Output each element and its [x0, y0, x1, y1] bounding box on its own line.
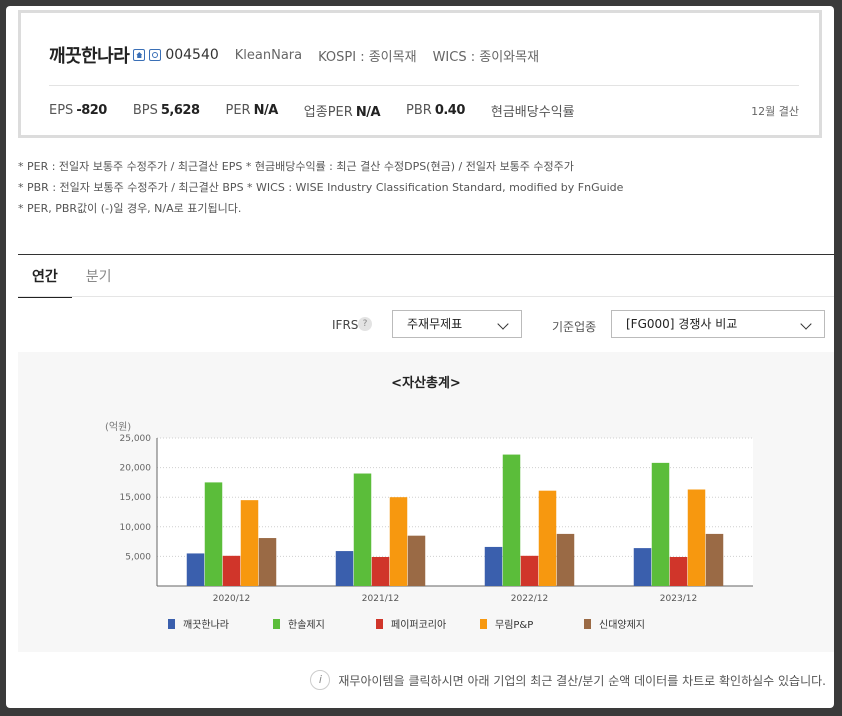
chevron-down-icon [800, 318, 812, 330]
home-icon[interactable] [133, 49, 146, 61]
metric-label: PER [225, 103, 251, 118]
legend-swatch [376, 619, 383, 629]
tab-top-border [18, 254, 834, 255]
notes: * PER : 전일자 보통주 수정주가 / 최근결산 EPS * 현금배당수익… [18, 156, 623, 219]
bar [371, 556, 390, 586]
y-tick-label: 15,000 [120, 493, 152, 503]
note-line: * PBR : 전일자 보통주 수정주가 / 최근결산 BPS * WICS :… [18, 181, 624, 194]
settlement-month: 12월 결산 [751, 105, 799, 118]
report-icon[interactable] [149, 49, 162, 61]
market-classification: KOSPI : 종이목재 [318, 49, 417, 65]
company-name: 깨끗한나라 [49, 46, 130, 67]
x-tick-label: 2022/12 [511, 594, 548, 604]
note-line: * PER : 전일자 보통주 수정주가 / 최근결산 EPS * 현금배당수익… [18, 160, 574, 173]
industry-select-value: [FG000] 경쟁사 비교 [626, 317, 738, 331]
y-tick-label: 20,000 [120, 464, 152, 474]
help-icon[interactable]: ? [358, 317, 372, 331]
bar [538, 490, 557, 586]
bar [258, 538, 277, 586]
bar [502, 454, 521, 586]
legend-swatch [584, 619, 591, 629]
legend-label: 페이퍼코리아 [391, 619, 446, 631]
company-summary-box: 깨끗한나라 004540 KleanNara KOSPI : 종이목재 WICS… [18, 10, 822, 138]
legend-label: 깨끗한나라 [183, 619, 229, 631]
bar [687, 489, 706, 586]
info-icon: i [310, 670, 331, 690]
page-frame: 깨끗한나라 004540 KleanNara KOSPI : 종이목재 WICS… [6, 6, 834, 708]
legend-swatch [168, 619, 175, 629]
metric-industry-per: 업종PER N/A [303, 101, 381, 120]
metric-label: 현금배당수익률 [490, 105, 575, 120]
x-tick-label: 2021/12 [362, 594, 399, 604]
bar [556, 533, 575, 586]
metric-eps: EPS -820 [49, 103, 107, 118]
bar [407, 535, 426, 586]
x-tick-label: 2023/12 [660, 594, 697, 604]
industry-select[interactable]: [FG000] 경쟁사 비교 [611, 310, 825, 338]
footnote: i 재무아이템을 클릭하시면 아래 기업의 최근 결산/분기 순액 데이터를 차… [310, 670, 826, 690]
tab-annual[interactable]: 연간 [18, 256, 72, 298]
legend-swatch [480, 619, 487, 629]
statement-select[interactable]: 주재무제표 [392, 310, 522, 338]
metric-dividend-yield: 현금배당수익률 [491, 101, 578, 120]
period-tabs: 연간 분기 [18, 256, 126, 298]
english-name: KleanNara [234, 47, 303, 63]
bar [669, 556, 688, 586]
statement-select-value: 주재무제표 [407, 317, 463, 331]
industry-label: 기준업종 [552, 320, 597, 334]
metric-label: BPS [132, 103, 158, 118]
total-assets-bar-chart: 5,000 10,000 15,000 20,000 25,000(억원) 2020/12… [105, 421, 753, 631]
metric-label: 업종PER [303, 105, 353, 120]
stock-code: 004540 [165, 47, 219, 63]
legend-label: 신대양제지 [599, 619, 645, 631]
tab-bottom-border [18, 296, 834, 297]
legend-label: 무림P&P [495, 619, 533, 631]
x-tick-label: 2020/12 [213, 594, 250, 604]
bar [222, 555, 241, 586]
footnote-text: 재무아이템을 클릭하시면 아래 기업의 최근 결산/분기 순액 데이터를 차트로… [338, 673, 826, 688]
wics-classification: WICS : 종이와목재 [432, 49, 540, 65]
bar [651, 462, 670, 586]
metric-value: -820 [76, 103, 107, 118]
bar [240, 500, 259, 586]
metric-value: 5,628 [160, 103, 200, 118]
metric-bps: BPS 5,628 [133, 103, 200, 118]
y-tick-label: 25,000 [120, 434, 152, 444]
note-line: * PER, PBR값이 (-)일 경우, N/A로 표기됩니다. [18, 202, 242, 215]
company-title-row: 깨끗한나라 004540 KleanNara KOSPI : 종이목재 WICS… [49, 43, 539, 67]
legend-swatch [273, 619, 280, 629]
ifrs-label: IFRS [332, 318, 359, 332]
chart-panel: <자산총계> 5,000 10,000 15,000 20,000 25,000 (억원)… [18, 352, 834, 652]
metric-value: N/A [253, 103, 279, 118]
bar [705, 533, 724, 586]
metric-value: 0.40 [434, 103, 466, 118]
bar [484, 546, 503, 586]
chart-controls: IFRS ? 주재무제표 기준업종 [FG000] 경쟁사 비교 [6, 310, 834, 340]
y-axis-label: (억원) [105, 421, 131, 433]
chevron-down-icon [497, 318, 509, 330]
bar [353, 473, 372, 586]
tab-quarterly[interactable]: 분기 [72, 256, 126, 298]
metrics-row: EPS -820 BPS 5,628 PER N/A 업종PER N/A PBR 0.40… [49, 101, 604, 120]
bar [389, 497, 408, 586]
legend-label: 한솔제지 [288, 619, 325, 631]
bar [633, 548, 652, 586]
metric-value: N/A [355, 105, 381, 120]
y-tick-label: 10,000 [120, 523, 152, 533]
bar [204, 482, 223, 586]
metric-per: PER N/A [225, 103, 279, 118]
bar [186, 553, 205, 586]
metric-label: EPS [49, 103, 74, 118]
y-tick-label: 5,000 [125, 552, 151, 562]
bar [335, 551, 354, 586]
metric-label: PBR [406, 103, 432, 118]
bar [520, 555, 539, 586]
metric-pbr: PBR 0.40 [406, 103, 465, 118]
divider [49, 85, 799, 86]
